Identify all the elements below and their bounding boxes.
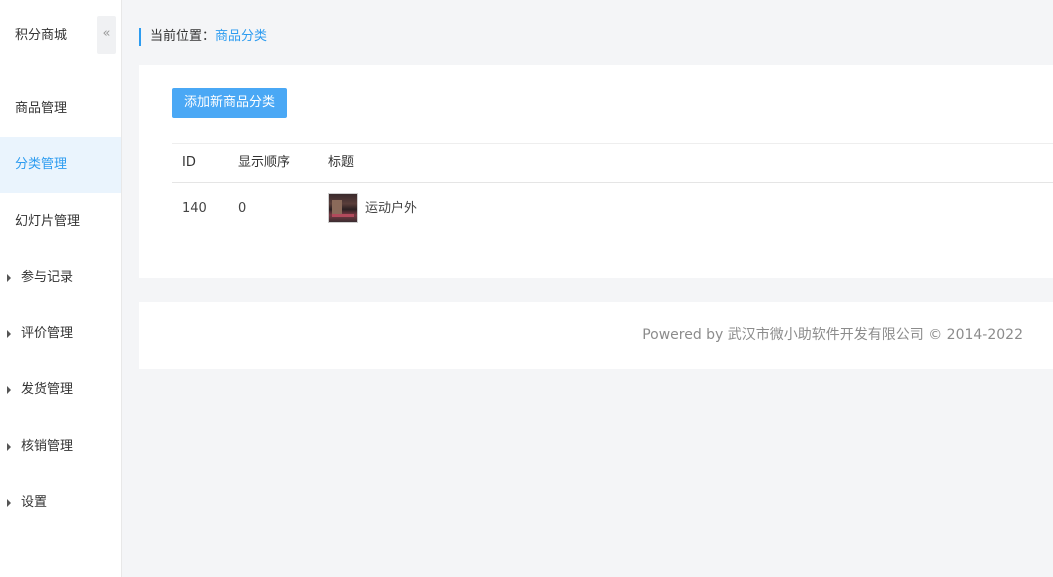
footer-copyright: Powered by 武汉市微小助软件开发有限公司 © 2014-2022 (642, 327, 1023, 343)
caret-right-icon (7, 330, 11, 338)
cell-order: 0 (238, 201, 247, 216)
sidebar-item-category-management[interactable]: 分类管理 (0, 137, 121, 193)
sidebar-item-label: 核销管理 (21, 439, 74, 454)
cell-title: 运动户外 (365, 201, 418, 216)
caret-right-icon (7, 386, 11, 394)
caret-right-icon (7, 499, 11, 507)
breadcrumb-current[interactable]: 商品分类 (215, 29, 267, 44)
sidebar-item-shipping-management[interactable]: 发货管理 (0, 362, 121, 418)
sidebar-item-label: 幻灯片管理 (15, 214, 81, 229)
cell-id: 140 (182, 201, 207, 216)
sidebar-item-label: 分类管理 (15, 157, 68, 172)
sidebar-item-slideshow-management[interactable]: 幻灯片管理 (0, 194, 121, 250)
collapse-sidebar-button[interactable]: « (97, 16, 116, 54)
sidebar: 积分商城 « 商品管理 分类管理 幻灯片管理 参与记录 评价管理 发货管理 核销… (0, 0, 122, 577)
add-category-button[interactable]: 添加新商品分类 (172, 88, 287, 118)
caret-right-icon (7, 443, 11, 451)
sidebar-item-product-management[interactable]: 商品管理 (0, 81, 121, 137)
category-table: ID 显示顺序 标题 140 0 运动户外 (172, 143, 1053, 235)
column-header-order: 显示顺序 (238, 155, 291, 170)
category-thumbnail-image (328, 193, 358, 223)
table-header: ID 显示顺序 标题 (172, 143, 1053, 183)
column-header-title: 标题 (328, 155, 355, 170)
breadcrumb: 当前位置：商品分类 (139, 28, 267, 46)
double-chevron-left-icon: « (102, 26, 111, 41)
sidebar-item-label: 参与记录 (21, 270, 74, 285)
app-title: 积分商城 (15, 28, 68, 43)
sidebar-item-label: 设置 (21, 495, 48, 510)
sidebar-item-label: 商品管理 (15, 101, 68, 116)
column-header-id: ID (182, 155, 196, 170)
sidebar-item-participation-records[interactable]: 参与记录 (0, 250, 121, 306)
table-row[interactable]: 140 0 运动户外 (172, 183, 1053, 235)
breadcrumb-prefix: 当前位置： (150, 29, 216, 44)
footer: Powered by 武汉市微小助软件开发有限公司 © 2014-2022 (139, 302, 1053, 369)
sidebar-item-review-management[interactable]: 评价管理 (0, 306, 121, 362)
sidebar-header: 积分商城 « (0, 0, 121, 74)
sidebar-item-settings[interactable]: 设置 (0, 475, 121, 531)
caret-right-icon (7, 274, 11, 282)
sidebar-item-verification-management[interactable]: 核销管理 (0, 419, 121, 475)
sidebar-item-label: 发货管理 (21, 382, 74, 397)
sidebar-item-label: 评价管理 (21, 326, 74, 341)
category-list-card: 添加新商品分类 ID 显示顺序 标题 140 0 运动户外 (139, 65, 1053, 278)
